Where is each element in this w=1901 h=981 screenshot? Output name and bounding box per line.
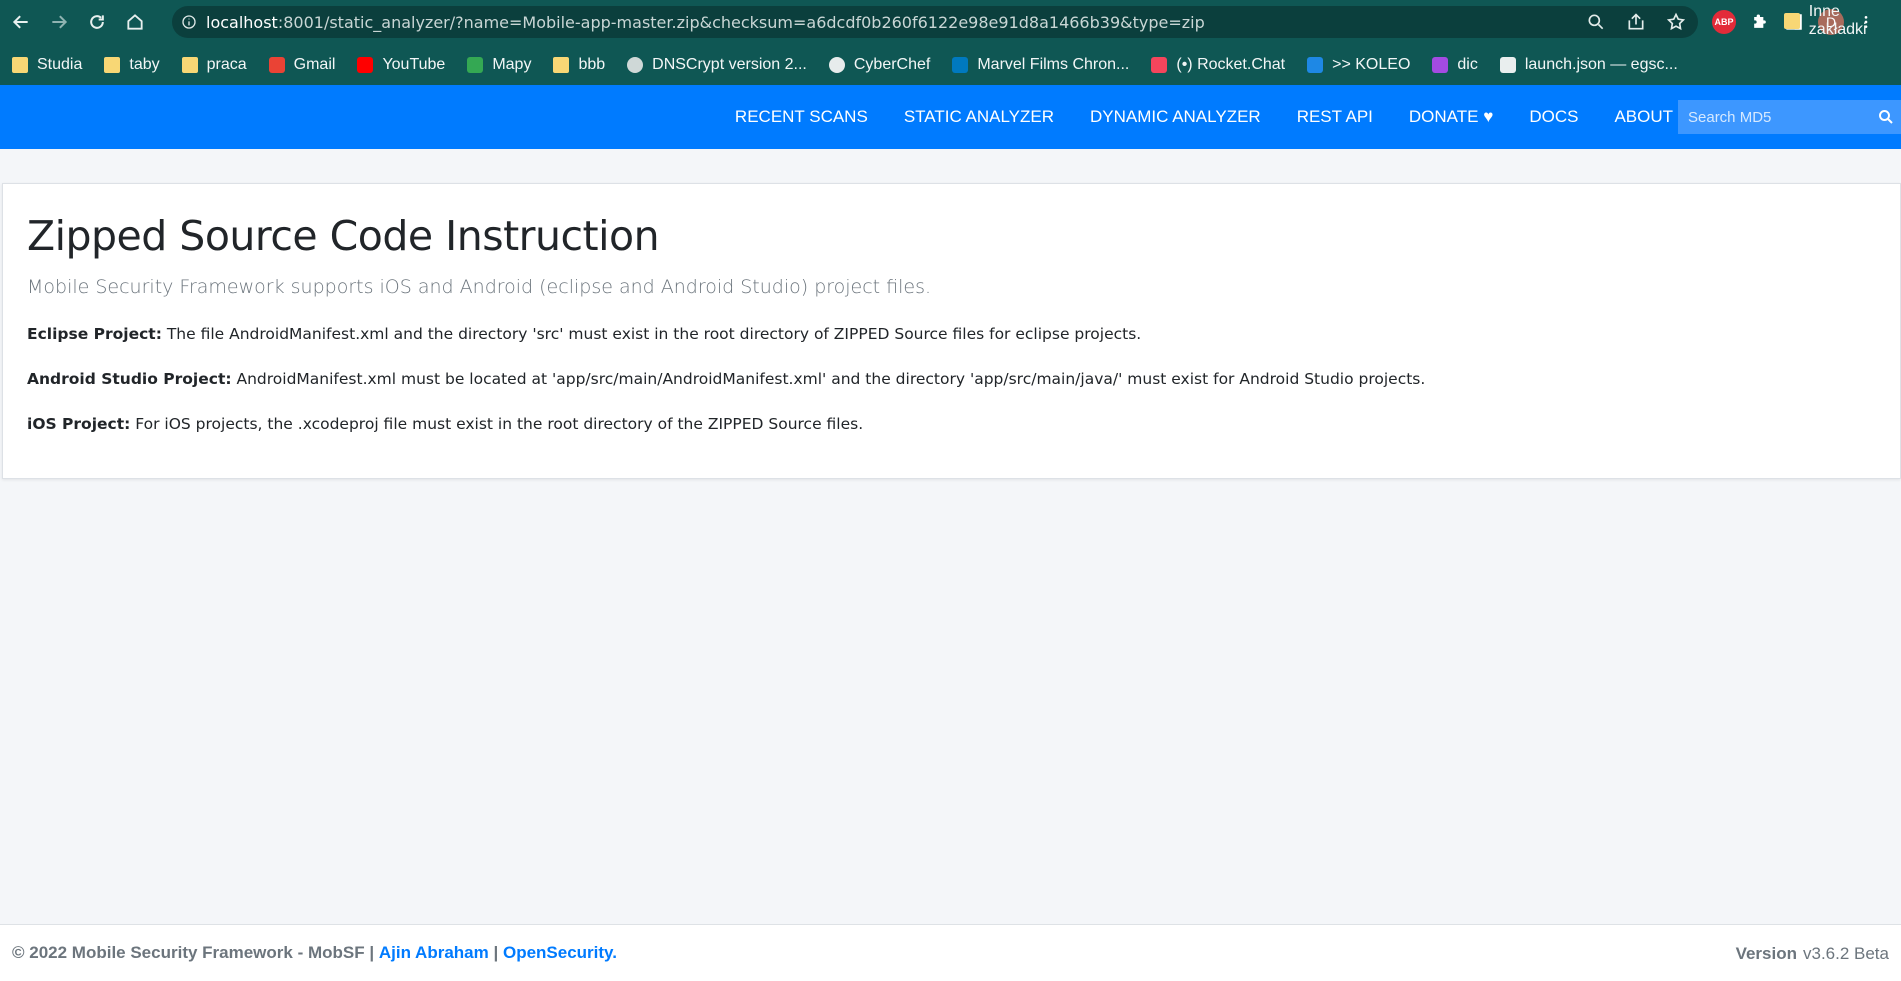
bookmark-label: taby xyxy=(129,55,160,73)
ios-instruction: iOS Project: For iOS projects, the .xcod… xyxy=(27,415,1876,433)
instruction-label: iOS Project: xyxy=(27,415,131,433)
eclipse-instruction: Eclipse Project: The file AndroidManifes… xyxy=(27,325,1876,343)
zoom-icon[interactable] xyxy=(1586,12,1606,32)
bookmark-item[interactable]: DNSCrypt version 2... xyxy=(627,56,807,74)
bookmark-item[interactable]: taby xyxy=(104,55,160,74)
bookmark-item[interactable]: bbb xyxy=(553,56,605,74)
nav-docs[interactable]: DOCS xyxy=(1529,107,1578,127)
bookmark-item[interactable]: Marvel Films Chron... xyxy=(952,56,1129,74)
author-link[interactable]: Ajin Abraham xyxy=(379,943,489,963)
bookmark-item[interactable]: launch.json — egsc... xyxy=(1499,55,1678,74)
extensions-icon[interactable] xyxy=(1750,12,1770,32)
footer: © 2022 Mobile Security Framework - MobSF… xyxy=(0,924,1901,981)
trello-icon xyxy=(952,56,969,73)
page-lead: Mobile Security Framework supports iOS a… xyxy=(27,276,932,298)
nav-dynamic-analyzer[interactable]: DYNAMIC ANALYZER xyxy=(1090,107,1261,127)
bookmark-label: CyberChef xyxy=(853,55,931,73)
bookmark-label: >> KOLEO xyxy=(1332,55,1411,73)
android-studio-instruction: Android Studio Project: AndroidManifest.… xyxy=(27,370,1876,388)
instruction-label: Eclipse Project: xyxy=(27,325,162,343)
nav-static-analyzer[interactable]: STATIC ANALYZER xyxy=(904,107,1054,127)
url-text[interactable]: localhost:8001/static_analyzer/?name=Mob… xyxy=(206,13,1205,32)
folder-icon xyxy=(181,56,198,73)
version-label: Version xyxy=(1735,943,1797,963)
bookmark-label: dic xyxy=(1457,55,1478,73)
opensecurity-link[interactable]: OpenSecurity. xyxy=(503,943,617,963)
home-button[interactable] xyxy=(116,3,154,41)
folder-icon xyxy=(553,56,570,73)
address-bar[interactable]: localhost:8001/static_analyzer/?name=Mob… xyxy=(172,6,1698,38)
instruction-label: Android Studio Project: xyxy=(27,370,232,388)
folder-icon xyxy=(1784,12,1800,29)
footer-copyright: © 2022 Mobile Security Framework - MobSF… xyxy=(12,943,375,962)
bookmark-item[interactable]: dic xyxy=(1432,55,1478,74)
arrow-left-icon xyxy=(12,15,28,29)
version-value: v3.6.2 Beta xyxy=(1802,943,1889,963)
page-title: Zipped Source Code Instruction xyxy=(27,212,660,260)
bookmark-label: (•) Rocket.Chat xyxy=(1176,55,1286,73)
bookmark-label: bbb xyxy=(578,55,606,73)
nav-rest-api[interactable]: REST API xyxy=(1297,107,1373,127)
other-bookmarks[interactable]: Inne zakładki xyxy=(1784,0,1901,41)
bookmark-item[interactable]: YouTube xyxy=(357,56,445,74)
app-navbar: RECENT SCANS STATIC ANALYZER DYNAMIC ANALY… xyxy=(0,85,1901,149)
instruction-card: Zipped Source Code Instruction Mobile Se… xyxy=(2,183,1901,479)
rocket-icon xyxy=(1151,56,1168,73)
share-icon[interactable] xyxy=(1626,12,1646,32)
nav-donate[interactable]: DONATE ♥ xyxy=(1409,107,1493,127)
bookmark-label: launch.json — egsc... xyxy=(1524,55,1678,73)
instruction-text: For iOS projects, the .xcodeproj file mu… xyxy=(130,415,864,433)
folder-icon xyxy=(104,56,121,73)
nav-recent-scans[interactable]: RECENT SCANS xyxy=(735,107,868,127)
bookmark-label: Marvel Films Chron... xyxy=(977,55,1130,73)
bookmark-item[interactable]: >> KOLEO xyxy=(1307,56,1410,74)
bookmark-item[interactable]: Mapy xyxy=(467,56,531,74)
version-info: Version v3.6.2 Beta xyxy=(1736,925,1889,981)
bookmark-label: YouTube xyxy=(382,55,446,73)
search-md5-box xyxy=(1678,100,1901,134)
forward-button[interactable] xyxy=(40,3,78,41)
footer-separator: | xyxy=(493,943,499,962)
adblock-icon[interactable]: ABP xyxy=(1712,10,1736,34)
reload-icon xyxy=(90,15,104,29)
arrow-right-icon xyxy=(52,15,68,29)
bookmark-label: DNSCrypt version 2... xyxy=(652,55,807,73)
instruction-text: The file AndroidManifest.xml and the dir… xyxy=(161,325,1142,343)
search-icon[interactable] xyxy=(1877,108,1895,126)
gmail-icon xyxy=(268,56,285,73)
maps-icon xyxy=(467,56,484,73)
kotlin-icon xyxy=(1432,56,1449,73)
star-icon[interactable] xyxy=(1666,12,1686,32)
reload-button[interactable] xyxy=(78,3,116,41)
search-md5-input[interactable] xyxy=(1688,108,1873,126)
chef-icon xyxy=(828,56,845,73)
bookmark-item[interactable]: Gmail xyxy=(268,55,336,74)
home-icon xyxy=(127,14,143,30)
bookmark-item[interactable]: CyberChef xyxy=(828,55,931,74)
back-button[interactable] xyxy=(2,3,40,41)
instruction-text: AndroidManifest.xml must be located at '… xyxy=(231,370,1426,388)
globe-icon xyxy=(627,56,644,73)
youtube-icon xyxy=(357,56,374,73)
bookmark-item[interactable]: praca xyxy=(181,55,247,74)
bookmark-label: Studia xyxy=(37,55,83,73)
info-icon[interactable] xyxy=(172,14,206,30)
nav-about[interactable]: ABOUT xyxy=(1614,107,1673,127)
bookmark-item[interactable]: Studia xyxy=(12,56,82,74)
bookmarks-bar: Studia taby praca Gmail YouTube Mapy bbb DNSCry… xyxy=(0,44,1901,85)
bookmark-item[interactable]: (•) Rocket.Chat xyxy=(1151,56,1285,74)
bookmark-label: Gmail xyxy=(293,55,336,73)
koleo-icon xyxy=(1307,56,1324,73)
bookmark-label: praca xyxy=(206,55,247,73)
folder-icon xyxy=(12,56,28,73)
vscode-icon xyxy=(1499,56,1516,73)
bookmark-label: Mapy xyxy=(492,55,532,73)
